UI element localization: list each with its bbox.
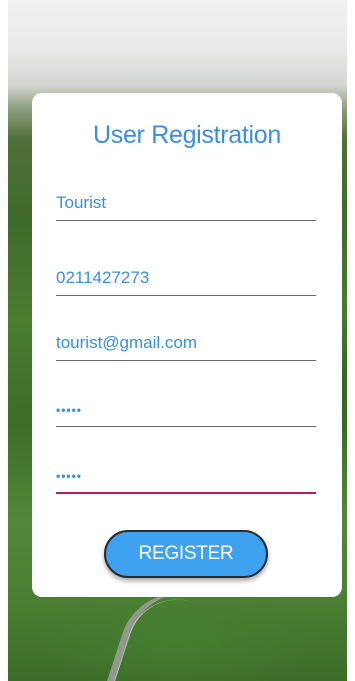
password-value: •••••: [56, 403, 83, 417]
password-field[interactable]: •••••: [56, 392, 316, 427]
registration-card: User Registration Tourist 0211427273 tou…: [32, 93, 342, 597]
register-button[interactable]: REGISTER: [104, 530, 268, 578]
phone-field[interactable]: 0211427273: [56, 261, 316, 296]
confirm-password-value: •••••: [56, 469, 83, 483]
phone-value: 0211427273: [56, 268, 150, 287]
username-field[interactable]: Tourist: [56, 186, 316, 221]
registration-screen: User Registration Tourist 0211427273 tou…: [0, 0, 355, 681]
email-value: tourist@gmail.com: [56, 333, 198, 352]
confirm-password-field[interactable]: •••••: [56, 458, 316, 494]
email-field[interactable]: tourist@gmail.com: [56, 326, 316, 361]
page-title: User Registration: [92, 121, 282, 149]
username-value: Tourist: [56, 193, 107, 212]
